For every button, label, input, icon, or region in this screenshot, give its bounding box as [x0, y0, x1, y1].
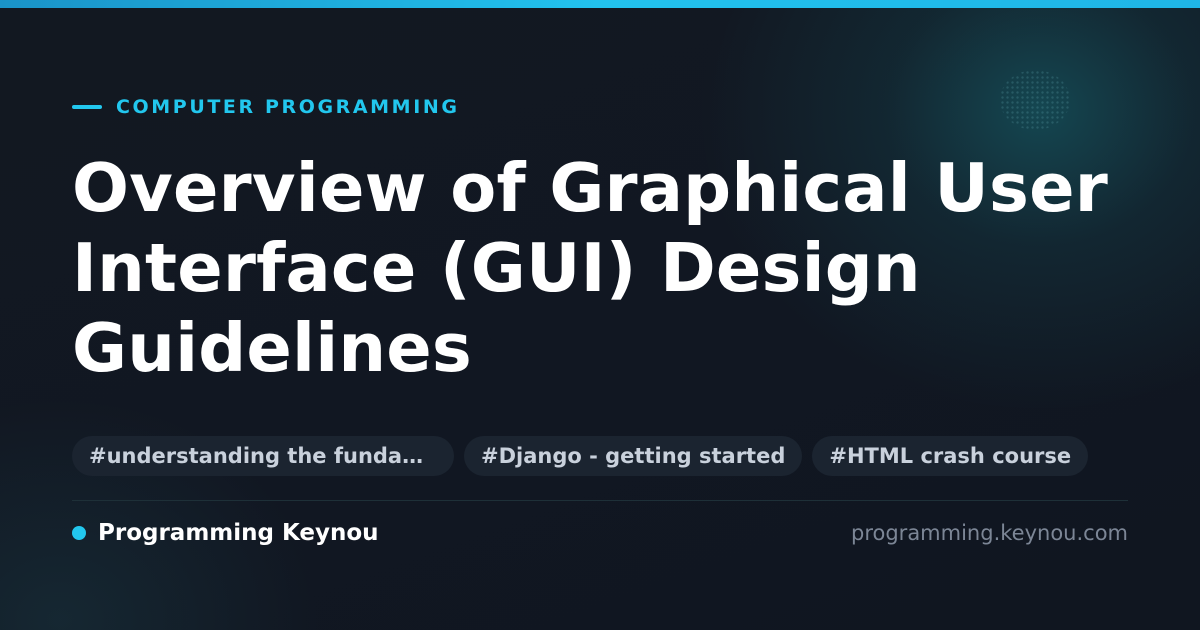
tag-item[interactable]: #Django - getting started [464, 436, 803, 476]
brand: Programming Keynou [72, 518, 379, 548]
decorative-dot-pattern [1000, 70, 1070, 130]
social-card: COMPUTER PROGRAMMING Overview of Graphic… [0, 0, 1200, 630]
tag-item[interactable]: #understanding the fundamentals [72, 436, 454, 476]
site-url[interactable]: programming.keynou.com [851, 518, 1128, 548]
dot-icon [72, 526, 86, 540]
brand-name: Programming Keynou [98, 520, 379, 546]
page-title: Overview of Graphical User Interface (GU… [72, 149, 1108, 387]
category-label: COMPUTER PROGRAMMING [116, 96, 460, 118]
accent-top-bar [0, 0, 1200, 8]
eyebrow-line-icon [72, 105, 102, 109]
category-eyebrow: COMPUTER PROGRAMMING [72, 95, 460, 119]
tag-item[interactable]: #HTML crash course [812, 436, 1089, 476]
tag-list: #understanding the fundamentals #Django … [72, 436, 1089, 476]
footer-divider [72, 500, 1128, 501]
